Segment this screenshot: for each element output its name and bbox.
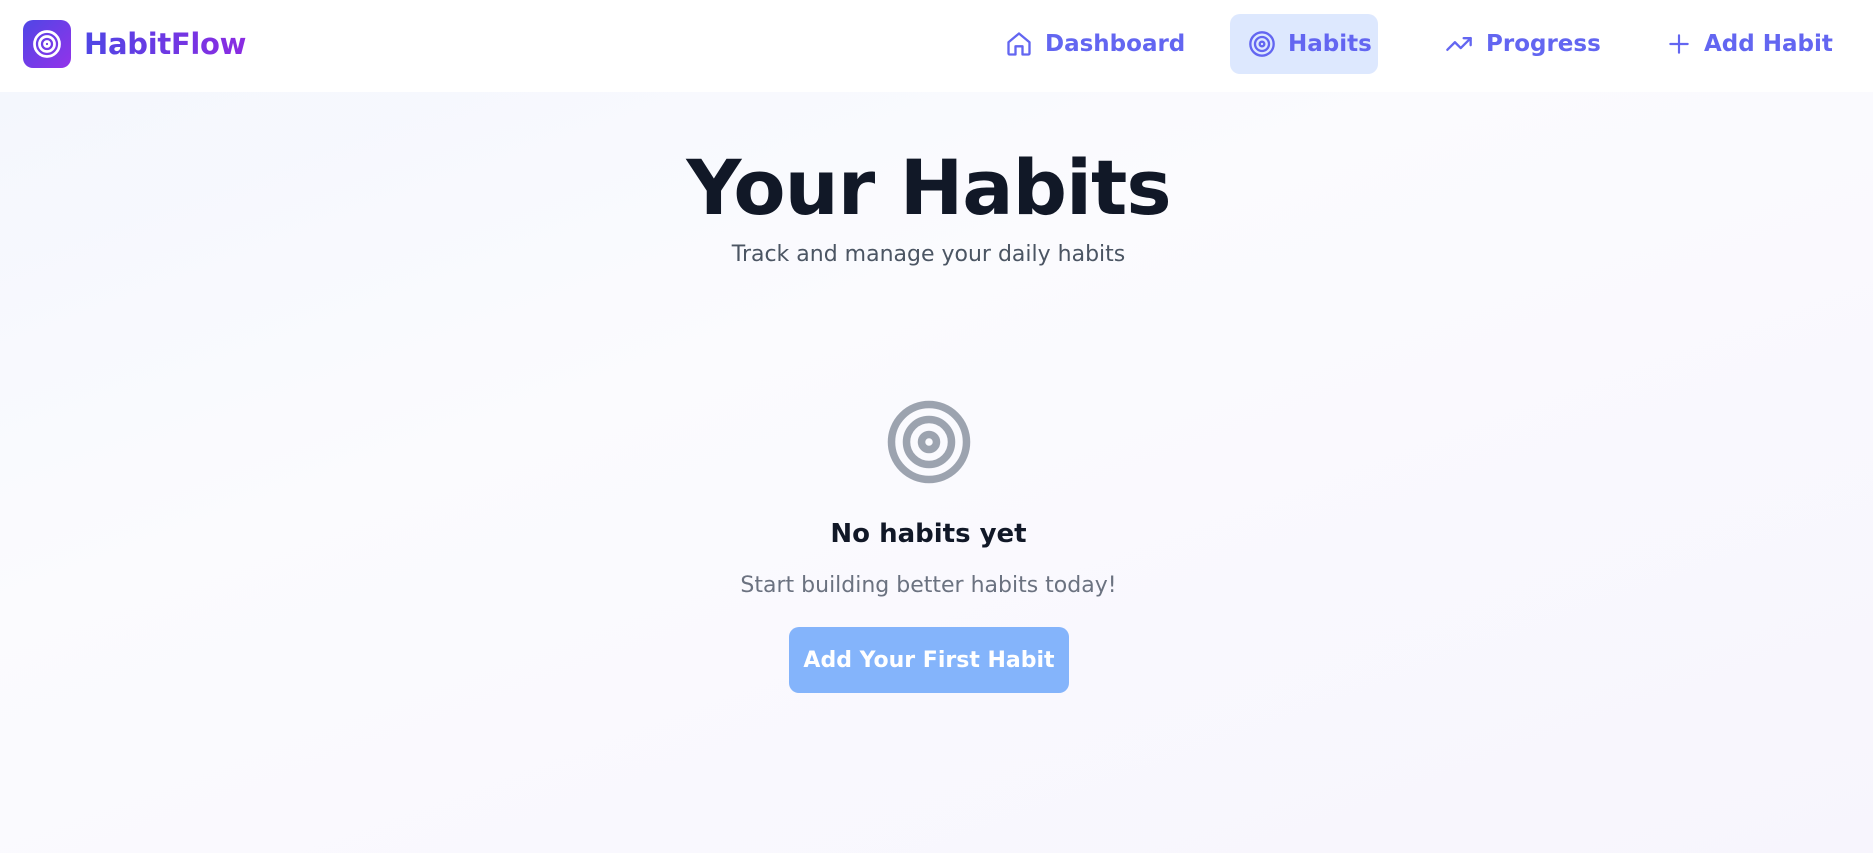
target-icon (1249, 31, 1275, 57)
nav-add-habit[interactable]: Add Habit (1666, 14, 1833, 74)
empty-state-text: Start building better habits today! (740, 573, 1117, 598)
nav-progress[interactable]: Progress (1444, 14, 1601, 74)
trending-up-icon (1446, 37, 1472, 51)
brand-name: HabitFlow (84, 27, 247, 61)
home-icon (1007, 32, 1031, 56)
nav-dashboard[interactable]: Dashboard (1005, 14, 1185, 74)
plus-icon (1669, 34, 1689, 54)
page-subtitle: Track and manage your daily habits (731, 242, 1126, 267)
add-first-habit-button[interactable]: Add Your First Habit (789, 627, 1069, 693)
nav-progress-label: Progress (1486, 31, 1601, 57)
nav-dashboard-label: Dashboard (1045, 31, 1186, 57)
empty-state-title: No habits yet (830, 519, 1027, 549)
nav-add-habit-label: Add Habit (1704, 31, 1833, 57)
nav-habits-label: Habits (1288, 31, 1372, 57)
nav-habits[interactable]: Habits (1230, 14, 1378, 74)
brand[interactable]: HabitFlow (23, 20, 246, 68)
target-icon (887, 400, 971, 484)
target-icon (33, 30, 61, 58)
brand-logo (23, 20, 71, 68)
top-navbar: HabitFlow Dashboard Habits Progress Add … (0, 0, 1873, 92)
page-title: Your Habits (686, 143, 1171, 232)
